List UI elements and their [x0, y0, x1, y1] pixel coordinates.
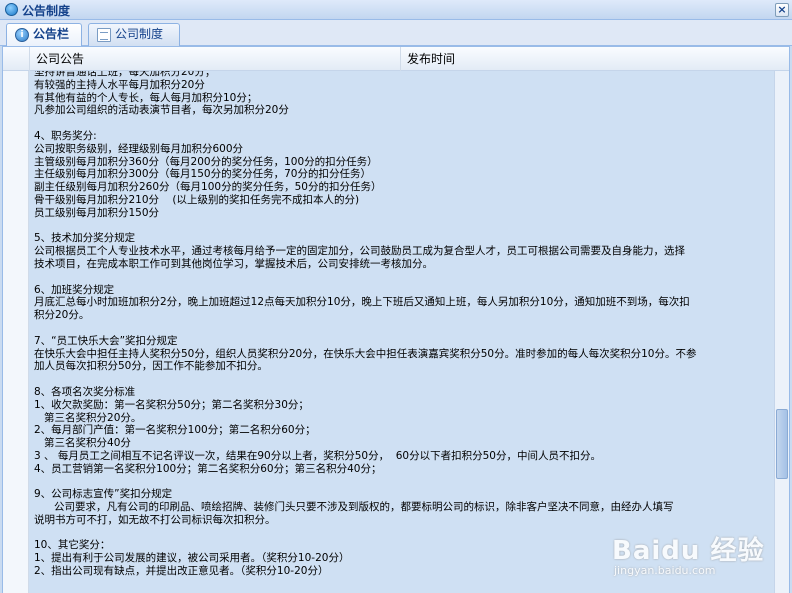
content-line: 员工级别每月加积分150分 — [34, 206, 160, 219]
grid-header: 公司公告 发布时间 — [3, 47, 789, 71]
content-line — [34, 271, 774, 284]
content-line: 主任级别每月加积分300分（每月150分的奖分任务，70分的扣分任务） — [34, 168, 371, 181]
content-line: 4、员工营销第一名奖积分100分；第二名奖积分60分；第三名积分40分； — [34, 462, 382, 475]
watermark-text: Baidu 经验 — [612, 536, 765, 566]
content-line: 7、“员工快乐大会”奖扣分规定 — [34, 334, 178, 347]
tab-strip: i 公告栏 公司制度 — [0, 20, 792, 47]
content-line: 月底汇总每小时加班加积分2分，晚上加班超过12点每天加积分10分，晚上下班后又通… — [34, 296, 690, 309]
content-line: 骨干级别每月加积分210分 (以上级别的奖扣任务完不成扣本人的分) — [34, 193, 360, 206]
content-line: 3 、 每月员工之间相互不记名评议一次，结果在90分以上者，奖积分50分， 60… — [34, 449, 601, 462]
tab-announcements[interactable]: i 公告栏 — [6, 23, 82, 47]
content-line: 公司要求，凡有公司的印刷品、喷绘招牌、装修门头只要不涉及到版权的，都要标明公司的… — [34, 501, 674, 514]
document-icon — [97, 28, 111, 42]
content-line: 6、加班奖分规定 — [34, 283, 115, 296]
watermark-url: jingyan.baidu.com — [614, 564, 716, 577]
content-line: 4、职务奖分: — [34, 129, 97, 142]
content-line: 技术项目，在完成本职工作可到其他岗位学习，掌握技术后，公司安排统一考核加分。 — [34, 257, 433, 270]
tab-company-rules[interactable]: 公司制度 — [88, 23, 180, 46]
content-line: 坚持讲普通话上班，每天加积分20分； — [34, 71, 216, 78]
content-line: 主管级别每月加积分360分（每月200分的奖分任务，100分的扣分任务） — [34, 155, 378, 168]
column-header-announcement[interactable]: 公司公告 — [29, 47, 401, 71]
content-line: 第三名奖积分20分。 — [34, 411, 142, 424]
content-line: 说明书方可不打，如无故不打公司标识每次扣积分。 — [34, 513, 276, 526]
content-line: 副主任级别每月加积分260分（每月100分的奖分任务，50分的扣分任务） — [34, 181, 382, 194]
content-lines: 坚持讲普通话上班，每天加积分20分； 有较强的主持人水平每月加积分20分 有其他有益… — [34, 71, 774, 578]
content-line: 凡参加公司组织的活动表演节目者，每次另加积分20分 — [34, 104, 289, 117]
content-line: 加人员每次扣积分50分，因工作不能参加不扣分。 — [34, 360, 268, 373]
tab-label: 公司制度 — [115, 27, 164, 41]
content-line: 积分20分。 — [34, 309, 90, 322]
content-line: 在快乐大会中担任主持人奖积分50分，组织人员奖积分20分，在快乐大会中担任表演嘉… — [34, 347, 697, 360]
content-line: 公司根据员工个人专业技术水平，通过考核每月给予一定的固定加分，公司鼓励员工成为复… — [34, 245, 685, 258]
info-icon: i — [15, 28, 29, 42]
content-line: 有较强的主持人水平每月加积分20分 — [34, 78, 205, 91]
app-icon — [5, 3, 18, 16]
content-line: 1、收欠款奖励：第一名奖积分50分；第二名奖积分30分； — [34, 398, 309, 411]
content-line: 有其他有益的个人专长，每人每月加积分10分； — [34, 91, 258, 104]
row-gutter — [3, 71, 29, 593]
content-line: 8、各项名次奖分标准 — [34, 385, 136, 398]
content-line — [34, 476, 774, 489]
announcement-content: 坚持讲普通话上班，每天加积分20分； 有较强的主持人水平每月加积分20分 有其他有益… — [29, 71, 774, 593]
column-header-publish-time[interactable]: 发布时间 — [401, 47, 773, 71]
content-line: 2、每月部门产值：第一名奖积分100分；第二名积分60分； — [34, 424, 316, 437]
content-line: 5、技术加分奖分规定 — [34, 232, 136, 245]
vertical-scrollbar[interactable] — [774, 71, 789, 593]
content-line: 公司按职务级别，经理级别每月加积分600分 — [34, 142, 244, 155]
content-line: 9、公司标志宣传”奖扣分规定 — [34, 488, 173, 501]
content-line — [34, 373, 774, 386]
tab-label: 公告栏 — [33, 27, 70, 41]
content-line: 第三名奖积分40分 — [34, 437, 131, 450]
close-button[interactable]: × — [775, 3, 789, 17]
announcement-panel: 公司公告 发布时间 坚持讲普通话上班，每天加积分20分； 有较强的主持人水平每月加… — [2, 46, 790, 593]
content-line — [34, 322, 774, 335]
content-line — [34, 220, 774, 233]
content-line — [34, 117, 774, 130]
watermark-logo: Baidu 经验 jingyan.baidu.com — [612, 530, 788, 582]
window-titlebar: 公告制度 × — [0, 0, 792, 20]
scrollbar-thumb[interactable] — [776, 409, 788, 479]
window-title: 公告制度 — [22, 4, 71, 18]
